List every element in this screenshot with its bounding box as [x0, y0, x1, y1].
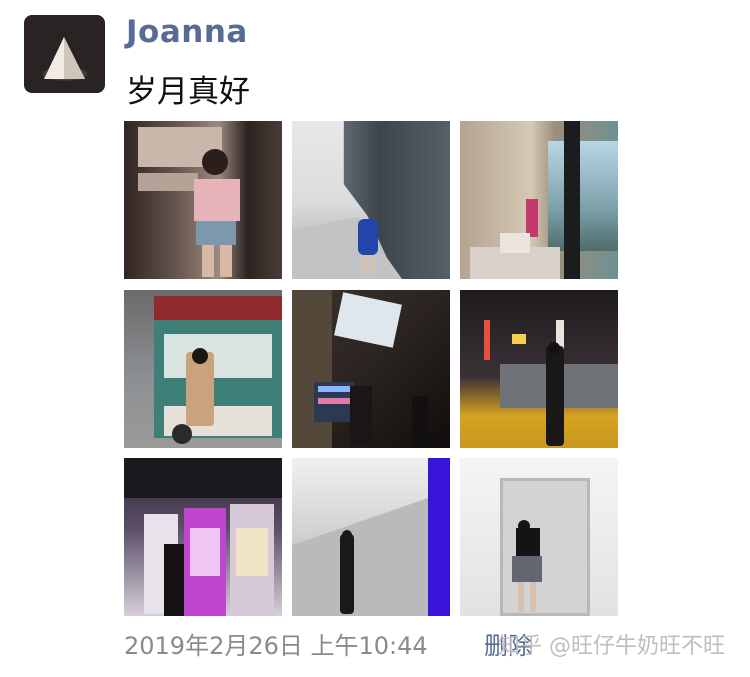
avatar[interactable] — [24, 15, 105, 93]
post-timestamp: 2019年2月26日 上午10:44 — [124, 632, 428, 660]
photo-walkway-glass-building[interactable] — [292, 121, 450, 279]
photo-room-window-view[interactable] — [460, 121, 618, 279]
photo-claw-machines[interactable] — [124, 458, 282, 616]
triangle-logo-icon — [44, 37, 85, 79]
username[interactable]: Joanna — [126, 14, 248, 50]
photo-white-room-doorway[interactable] — [460, 458, 618, 616]
watermark: 知乎 @旺仔牛奶旺不旺 — [498, 634, 725, 659]
photo-green-food-truck[interactable] — [124, 290, 282, 448]
photo-night-building-screen[interactable] — [292, 290, 450, 448]
photo-white-stairway[interactable] — [292, 458, 450, 616]
photo-night-street-lights[interactable] — [460, 290, 618, 448]
photo-girl-pink-top-wall[interactable] — [124, 121, 282, 279]
post-text: 岁月真好 — [126, 74, 250, 110]
